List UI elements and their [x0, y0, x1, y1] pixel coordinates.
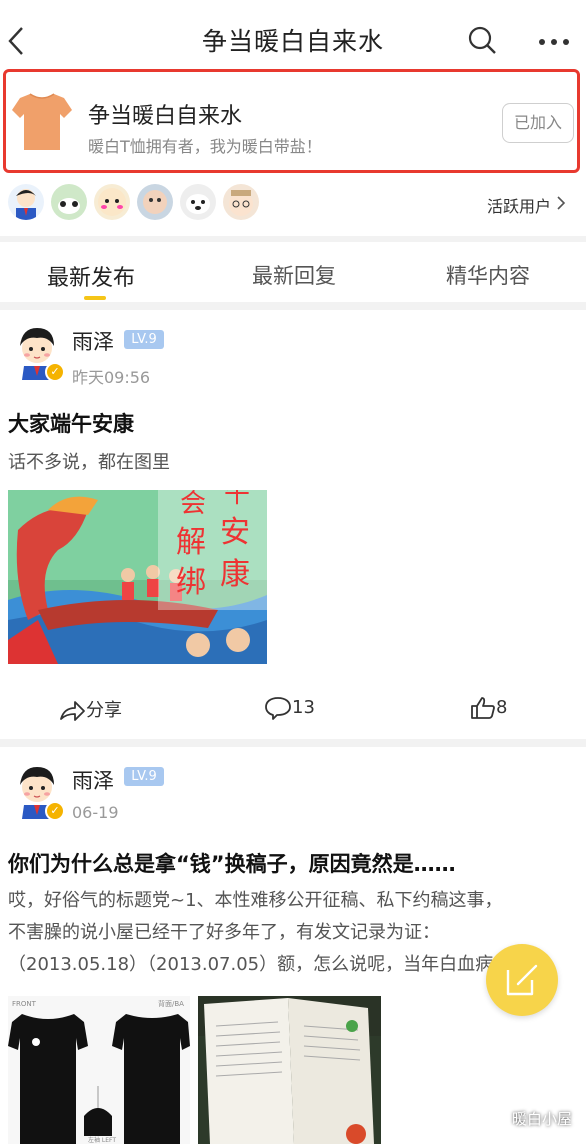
post-time: 06-19 [72, 803, 119, 822]
wechat-icon [484, 1111, 505, 1127]
comment-count: 13 [292, 697, 315, 718]
post-body-line: 哎，好俗气的标题党~1、本性难移公开征稿、私下约稿这事， [8, 890, 503, 911]
like-button[interactable]: 8 [470, 696, 507, 720]
page-title: 争当暖白自来水 [201, 27, 384, 56]
active-users-link[interactable]: 活跃用户 [487, 193, 551, 217]
thumbs-up-icon [471, 697, 495, 719]
post-title[interactable]: 大家端午安康 [8, 408, 134, 438]
avatar[interactable] [223, 184, 259, 220]
share-label: 分享 [86, 700, 122, 721]
comment-button[interactable]: 13 [264, 696, 315, 720]
active-users-row[interactable]: 活跃用户 [0, 180, 586, 230]
watermark: 暖白小屋 [512, 1110, 573, 1128]
tab-bar: 最新发布 最新回复 精华内容 [0, 242, 586, 302]
image-caption: 背面/BA [158, 999, 184, 1008]
image-caption: 安 [220, 515, 250, 550]
post-title[interactable]: 你们为什么总是拿“钱”换稿子，原因竟然是…… [8, 848, 456, 878]
author-name[interactable]: 雨泽 [72, 765, 114, 795]
image-caption: 会 [180, 490, 206, 519]
tab-indicator [84, 296, 106, 300]
more-dots-icon[interactable] [538, 38, 570, 46]
comment-icon [265, 697, 291, 720]
edit-icon [506, 964, 538, 996]
group-name: 争当暖白自来水 [88, 104, 243, 129]
top-bar: 争当暖白自来水 [0, 0, 586, 72]
image-caption: 左袖 LEFT [88, 1136, 116, 1144]
avatar[interactable] [94, 184, 130, 220]
joined-button[interactable]: 已加入 [502, 103, 574, 143]
like-count: 8 [496, 697, 508, 718]
divider [0, 739, 586, 747]
group-description: 暖白T恤拥有者，我为暖白带盐！ [88, 137, 322, 156]
image-caption: 康 [220, 557, 250, 592]
chevron-right-icon [557, 196, 566, 210]
avatar[interactable] [8, 184, 44, 220]
verified-badge-icon: ✓ [45, 362, 65, 382]
tshirt-logo [12, 93, 72, 150]
image-caption: FRONT [12, 1000, 37, 1008]
share-button[interactable]: 分享 [58, 696, 122, 723]
avatar[interactable] [51, 184, 87, 220]
post-body: 话不多说，都在图里 [8, 452, 170, 473]
image-caption: 绑 [176, 565, 206, 600]
search-icon[interactable] [466, 24, 498, 56]
post-time: 昨天09:56 [72, 368, 151, 387]
tab-featured[interactable]: 精华内容 [446, 260, 530, 290]
post-image[interactable]: FRONT 背面/BA 左袖 LEFT [8, 996, 190, 1144]
image-caption: 解 [176, 525, 206, 560]
author-name[interactable]: 雨泽 [72, 326, 114, 356]
level-badge: LV.9 [124, 767, 164, 786]
tab-latest-posts[interactable]: 最新发布 [47, 260, 135, 292]
post-card[interactable]: ✓ 雨泽 LV.9 昨天09:56 大家端午安康 话不多说，都在图里 会 午 解… [0, 310, 586, 739]
share-icon [60, 701, 85, 721]
group-card[interactable]: 争当暖白自来水 暖白T恤拥有者，我为暖白带盐！ 已加入 [3, 69, 580, 173]
divider [0, 302, 586, 310]
image-caption: 午 [224, 490, 250, 509]
avatar[interactable] [180, 184, 216, 220]
post-image[interactable]: 会 午 解 安 绑 康 [8, 490, 267, 664]
page: 争当暖白自来水 争当暖白自来水 暖白T恤拥有者，我为暖白带盐！ 已加入 活跃用户… [0, 0, 586, 1144]
tab-latest-replies[interactable]: 最新回复 [252, 260, 336, 290]
post-image[interactable] [198, 996, 381, 1144]
verified-badge-icon: ✓ [45, 801, 65, 821]
compose-button[interactable] [486, 944, 558, 1016]
level-badge: LV.9 [124, 330, 164, 349]
avatar[interactable] [137, 184, 173, 220]
